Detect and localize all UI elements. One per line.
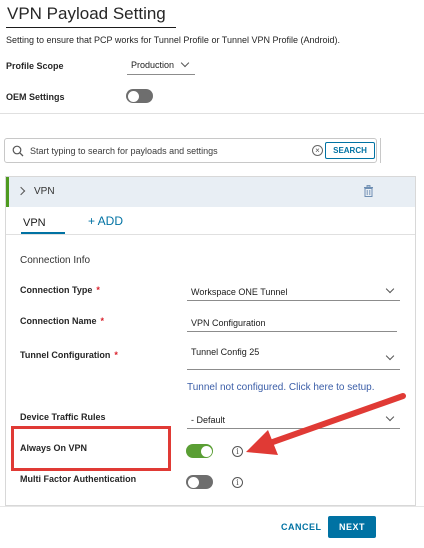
next-button[interactable]: NEXT: [328, 516, 376, 538]
required-marker: *: [100, 316, 105, 326]
arrow-annotation: [246, 393, 406, 455]
info-icon[interactable]: i: [232, 477, 243, 488]
toggle-knob: [187, 476, 199, 488]
oem-settings-label: OEM Settings: [6, 92, 65, 102]
search-icon: [12, 145, 24, 157]
oem-settings-toggle[interactable]: [126, 89, 153, 103]
header-divider: [0, 113, 424, 114]
connection-type-label: Connection Type *: [20, 285, 100, 295]
payload-name: VPN: [34, 186, 55, 197]
search-input[interactable]: Start typing to search for payloads and …: [30, 146, 218, 156]
page-title: VPN Payload Setting: [7, 4, 166, 23]
tab-vpn[interactable]: VPN: [23, 217, 46, 229]
tab-divider: [6, 234, 415, 235]
toggle-knob: [200, 445, 212, 457]
device-traffic-rules-label: Device Traffic Rules: [20, 412, 106, 422]
search-divider: [380, 138, 381, 163]
chevron-down-icon: [385, 284, 395, 294]
device-traffic-rules-value: - Default: [191, 415, 226, 425]
multi-factor-auth-toggle[interactable]: [186, 475, 213, 489]
toggle-knob: [127, 90, 139, 102]
tunnel-configuration-label-text: Tunnel Configuration: [20, 350, 111, 360]
required-marker: *: [96, 285, 100, 295]
chevron-down-icon: [180, 58, 190, 68]
multi-factor-auth-label: Multi Factor Authentication: [20, 474, 137, 484]
search-button[interactable]: SEARCH: [325, 142, 375, 159]
trash-icon[interactable]: [363, 185, 374, 197]
connection-name-label-text: Connection Name: [20, 316, 97, 326]
search-bar: Start typing to search for payloads and …: [4, 138, 377, 163]
page-description: Setting to ensure that PCP works for Tun…: [6, 35, 340, 45]
clear-icon[interactable]: ×: [312, 145, 323, 156]
payload-header[interactable]: VPN: [6, 177, 415, 207]
connection-name-label: Connection Name *: [20, 316, 104, 326]
profile-scope-label: Profile Scope: [6, 61, 64, 71]
tunnel-configuration-label: Tunnel Configuration *: [20, 350, 118, 360]
tunnel-configuration-value: Tunnel Config 25: [191, 347, 260, 357]
cancel-button[interactable]: CANCEL: [281, 522, 322, 532]
annotation-highlight-box: [11, 426, 171, 471]
vpn-payload-page: VPN Payload Setting Setting to ensure th…: [0, 0, 424, 548]
tunnel-configuration-select[interactable]: Tunnel Config 25: [187, 344, 400, 370]
chevron-right-icon[interactable]: [16, 186, 26, 196]
title-underline: [6, 27, 176, 28]
section-title: Connection Info: [20, 255, 91, 266]
tab-add[interactable]: + ADD: [88, 214, 123, 228]
chevron-down-icon: [385, 351, 395, 361]
required-marker: *: [114, 350, 118, 360]
profile-scope-select[interactable]: Production: [127, 57, 195, 75]
connection-type-value: Workspace ONE Tunnel: [191, 287, 288, 297]
profile-scope-value: Production: [131, 60, 175, 70]
always-on-vpn-toggle[interactable]: [186, 444, 213, 458]
connection-name-input[interactable]: VPN Configuration: [187, 314, 397, 332]
connection-type-label-text: Connection Type: [20, 285, 93, 295]
connection-type-select[interactable]: Workspace ONE Tunnel: [187, 283, 400, 301]
